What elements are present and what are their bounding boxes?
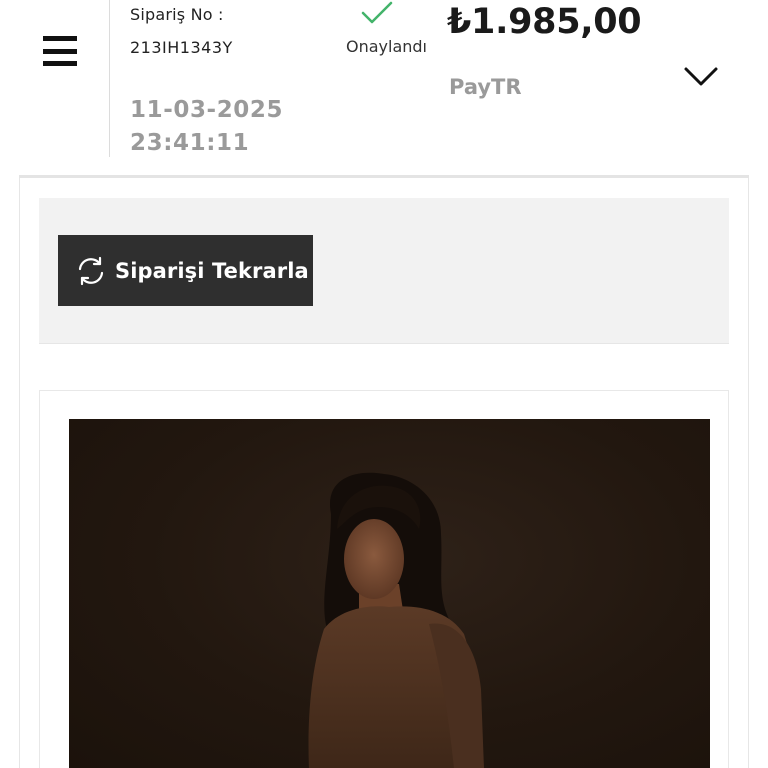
order-time: 23:41:11 [130,130,250,156]
chevron-down-icon[interactable] [683,62,719,90]
menu-cell [19,0,109,160]
product-image[interactable] [69,419,710,768]
order-total-price: ₺1.985,00 [447,2,642,42]
order-date: 11-03-2025 [130,97,284,123]
hamburger-line [43,36,77,41]
payment-method: PayTR [449,75,522,99]
check-icon [361,1,393,24]
refresh-icon [78,256,104,285]
reorder-button[interactable]: Siparişi Tekrarla [58,235,313,306]
vertical-divider [109,0,110,157]
order-datetime: 11-03-2025 23:41:11 [130,94,283,160]
product-photo-illustration [308,472,484,768]
reorder-panel: Siparişi Tekrarla [39,198,729,344]
hamburger-line [43,61,77,66]
order-status: Onaylandı [346,37,427,56]
order-number: 213IH1343Y [130,38,233,57]
hamburger-line [43,48,77,54]
order-number-label: Sipariş No : [130,5,224,24]
hamburger-menu-icon[interactable] [43,36,77,66]
order-summary-card: Sipariş No : 213IH1343Y 11-03-2025 23:41… [19,0,749,178]
product-card [39,390,729,768]
reorder-button-label: Siparişi Tekrarla [115,258,309,283]
